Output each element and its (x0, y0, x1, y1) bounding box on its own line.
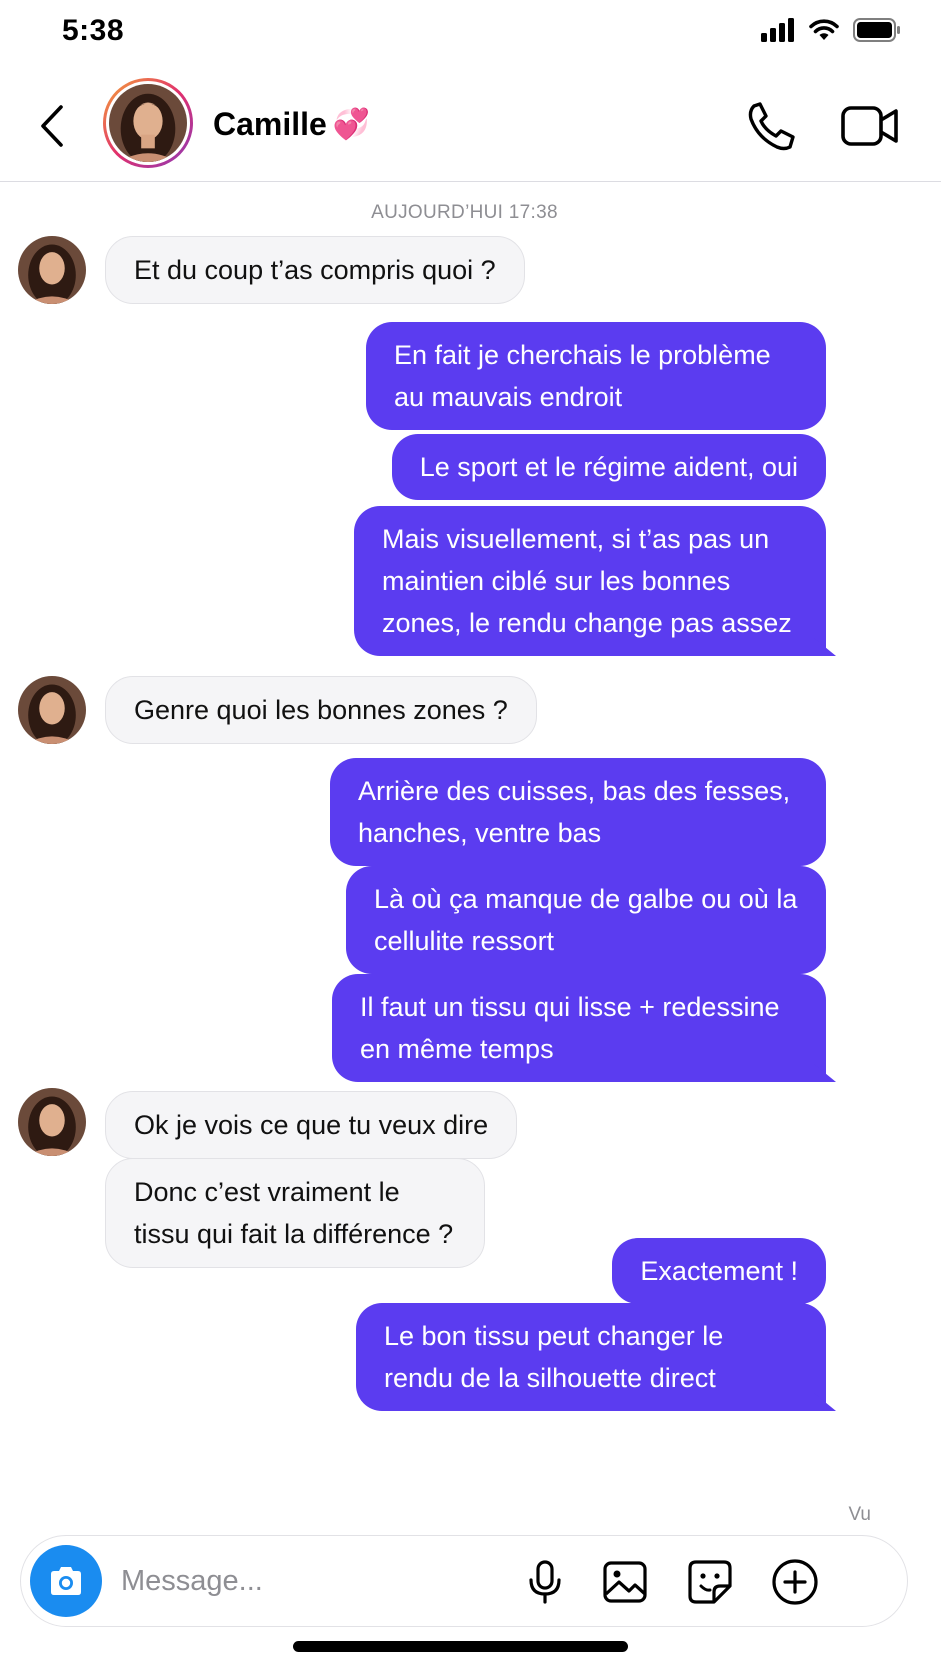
sticker-icon (688, 1560, 732, 1604)
sender-avatar[interactable] (18, 236, 86, 304)
chat-timestamp: AUJOURD’HUI 17:38 (371, 202, 558, 223)
voice-call-button[interactable] (744, 98, 800, 154)
contact-name-text: Camille (213, 106, 327, 142)
seen-indicator: Vu (848, 1504, 871, 1525)
back-button[interactable] (30, 98, 74, 154)
add-icon (772, 1559, 818, 1605)
wifi-icon (809, 19, 839, 40)
message-outgoing[interactable]: En fait je cherchais le problème au mauv… (366, 322, 826, 430)
sticker-button[interactable] (684, 1556, 736, 1608)
avatar-photo (18, 1088, 86, 1156)
message-outgoing[interactable]: Le sport et le régime aident, oui (391, 434, 826, 500)
message-input[interactable] (121, 1556, 521, 1606)
message-composer (20, 1535, 908, 1627)
status-bar: 5:38 (0, 0, 941, 70)
message-incoming[interactable]: Ok je vois ce que tu veux dire (105, 1091, 518, 1159)
signal-icon (761, 18, 794, 42)
voice-message-button[interactable] (519, 1556, 571, 1608)
gallery-button[interactable] (599, 1556, 651, 1608)
more-options-button[interactable] (769, 1556, 821, 1608)
avatar-photo (109, 84, 187, 162)
camera-icon (51, 1567, 81, 1595)
message-incoming[interactable]: Donc c’est vraiment le tissu qui fait la… (105, 1158, 485, 1268)
home-indicator[interactable] (293, 1641, 628, 1652)
message-outgoing[interactable]: Là où ça manque de galbe ou où la cellul… (346, 866, 826, 974)
camera-button[interactable] (30, 1545, 102, 1617)
phone-icon (748, 102, 795, 151)
status-icons (761, 18, 901, 42)
contact-name[interactable]: Camille 💞 (213, 106, 370, 143)
microphone-icon (529, 1560, 561, 1604)
message-outgoing[interactable]: Arrière des cuisses, bas des fesses, han… (330, 758, 826, 866)
sender-avatar[interactable] (18, 1088, 86, 1156)
gallery-icon (603, 1561, 647, 1603)
message-outgoing[interactable]: Le bon tissu peut changer le rendu de la… (356, 1303, 826, 1411)
back-icon (41, 105, 63, 147)
avatar-photo (18, 236, 86, 304)
message-incoming[interactable]: Genre quoi les bonnes zones ? (105, 676, 537, 744)
message-outgoing[interactable]: Il faut un tissu qui lisse + redessine e… (332, 974, 826, 1082)
avatar-photo (18, 676, 86, 744)
battery-icon (853, 18, 900, 42)
video-camera-icon (841, 106, 898, 146)
message-incoming[interactable]: Et du coup t’as compris quoi ? (105, 236, 525, 304)
status-time: 5:38 (62, 14, 125, 47)
hearts-emoji: 💞 (332, 108, 371, 141)
chat-header: Camille 💞 (0, 72, 941, 182)
contact-avatar[interactable] (103, 78, 193, 168)
video-call-button[interactable] (840, 98, 900, 154)
message-outgoing[interactable]: Exactement ! (612, 1238, 826, 1304)
sender-avatar[interactable] (18, 676, 86, 744)
message-outgoing[interactable]: Mais visuellement, si t’as pas un mainti… (354, 506, 826, 656)
